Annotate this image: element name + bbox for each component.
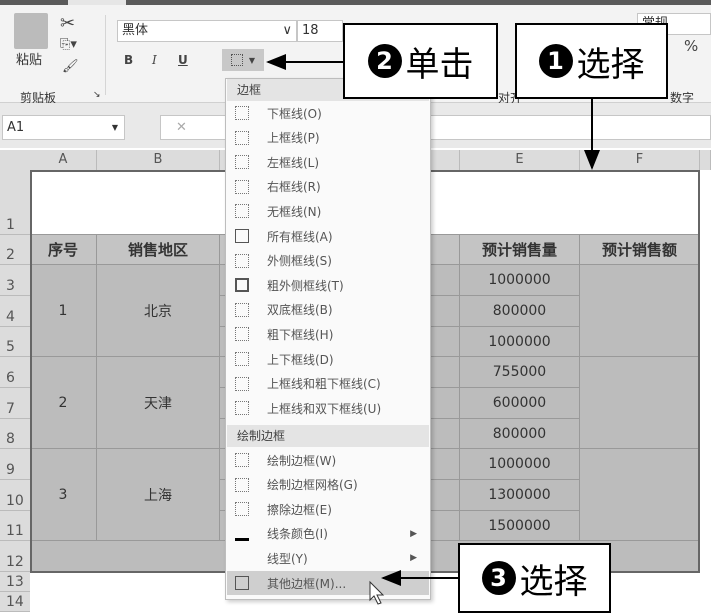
callout-text: 单击 (405, 44, 474, 85)
callout-step-1: 1 选择 (515, 23, 668, 99)
callout-text: 选择 (519, 561, 588, 602)
callout-step-2: 2 单击 (343, 23, 498, 99)
callout-text: 选择 (576, 44, 645, 85)
step-number: 2 (367, 44, 402, 78)
mouse-cursor-icon (369, 580, 385, 605)
step-number: 1 (538, 44, 573, 78)
step-number: 3 (481, 561, 516, 595)
callout-step-3: 3 选择 (458, 543, 611, 613)
